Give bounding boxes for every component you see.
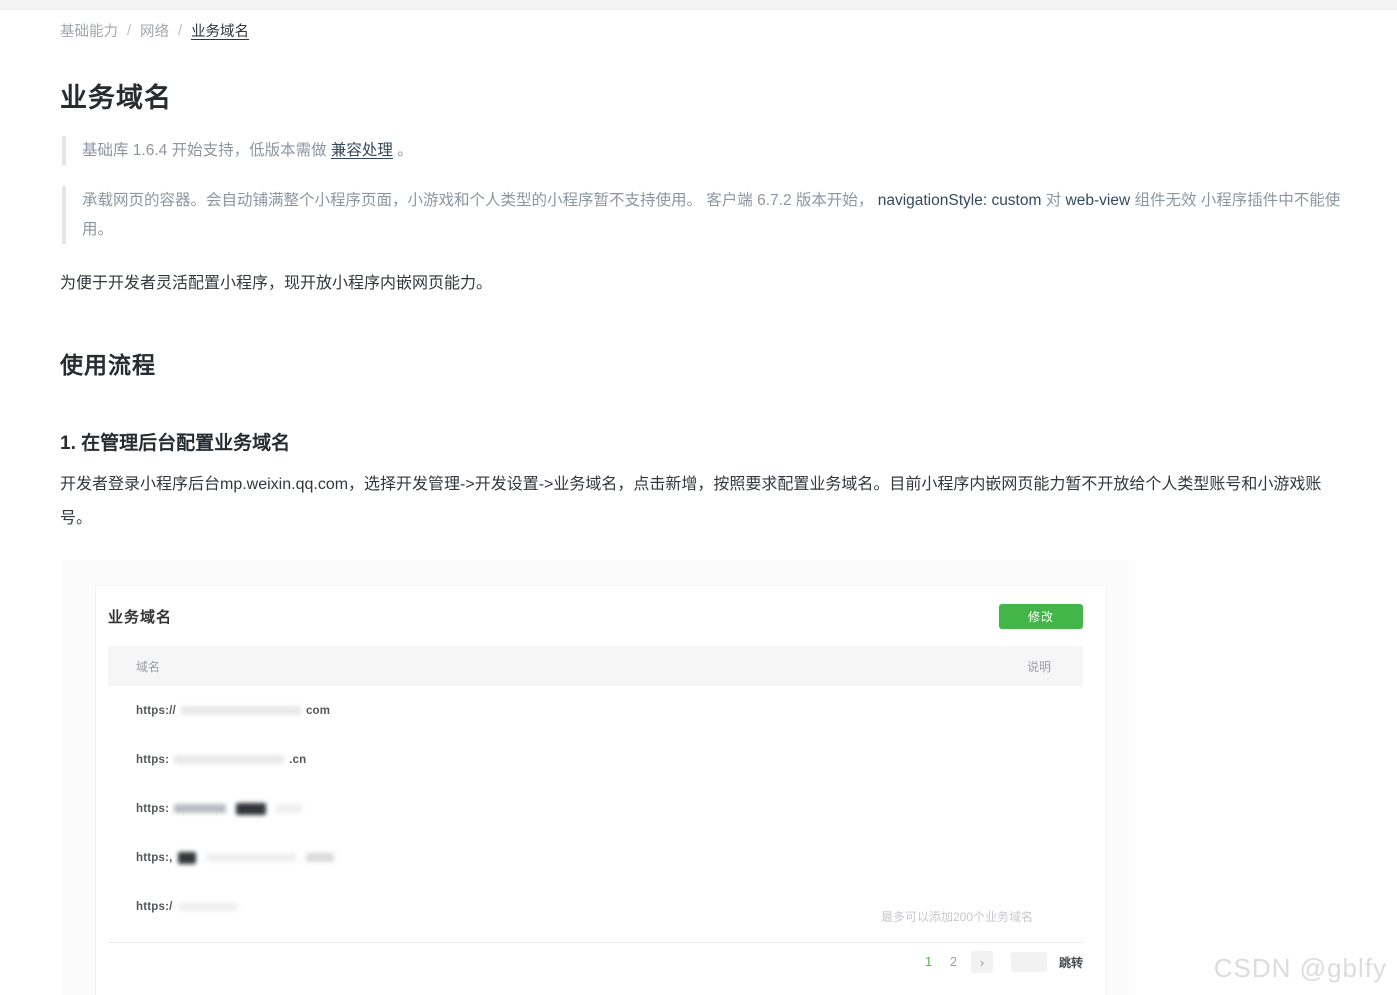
column-header-domain: 域名: [108, 658, 160, 675]
quote1-text-after: 。: [393, 142, 413, 159]
column-header-description: 说明: [1027, 658, 1051, 675]
url-suffix: .cn: [289, 754, 306, 766]
domain-table-body: https:// com https: .cn https:: [108, 686, 1083, 931]
step1-title: 1. 在管理后台配置业务域名: [60, 428, 290, 455]
compatibility-note-quote: 基础库 1.6.4 开始支持，低版本需做 兼容处理 。: [62, 136, 1342, 165]
web-view-code: web-view: [1066, 192, 1131, 209]
breadcrumb-item-network[interactable]: 网络: [140, 20, 169, 41]
redacted-text: [236, 803, 266, 815]
intro-paragraph: 为便于开发者灵活配置小程序，现开放小程序内嵌网页能力。: [60, 269, 1360, 293]
domain-url: https:/: [136, 901, 243, 913]
url-prefix: https:/: [136, 901, 173, 913]
redacted-text: [178, 852, 196, 864]
redacted-text: [306, 853, 334, 862]
redacted-text: [181, 706, 301, 715]
table-row: https:// com: [108, 686, 1083, 735]
panel-title: 业务域名: [108, 606, 172, 627]
breadcrumb-separator: /: [178, 23, 182, 39]
navigation-style-code: navigationStyle: custom: [878, 192, 1042, 209]
pagination: 1 2 › 跳转: [108, 943, 1083, 981]
next-page-icon: ›: [971, 951, 993, 973]
quote2-text-1: 承载网页的容器。会自动铺满整个小程序页面，小游戏和个人类型的小程序暂不支持使用。…: [82, 192, 878, 209]
admin-console-screenshot-image: 业务域名 修改 域名 说明 https:// com https:: [62, 560, 1135, 995]
table-row: https: .cn: [108, 735, 1083, 784]
breadcrumb-separator: /: [127, 23, 131, 39]
quote2-text-2: 对: [1041, 192, 1065, 209]
quote1-text: 基础库 1.6.4 开始支持，低版本需做: [82, 142, 331, 159]
section-title-usage-flow: 使用流程: [60, 346, 156, 380]
page-title: 业务域名: [60, 76, 172, 115]
modify-button: 修改: [999, 604, 1083, 629]
max-domains-note: 最多可以添加200个业务域名: [881, 908, 1033, 925]
step1-body: 开发者登录小程序后台mp.weixin.qq.com，选择开发管理->开发设置-…: [60, 468, 1352, 535]
page-2-button: 2: [946, 955, 961, 969]
breadcrumb-item-current: 业务域名: [191, 20, 249, 41]
url-prefix: https:,: [136, 852, 173, 864]
table-row: https:: [108, 784, 1083, 833]
doc-page: 基础能力 / 网络 / 业务域名 业务域名 基础库 1.6.4 开始支持，低版本…: [0, 0, 1397, 995]
top-strip: [0, 0, 1397, 10]
csdn-watermark: CSDN @gblfy: [1214, 953, 1387, 984]
domain-url: https:: [136, 803, 307, 815]
panel-header: 业务域名 修改: [96, 586, 1106, 646]
redacted-text: [174, 755, 284, 764]
page-1-button: 1: [921, 955, 936, 969]
table-row: https:,: [108, 833, 1083, 882]
redacted-text: [206, 853, 296, 862]
url-prefix: https:: [136, 754, 169, 766]
business-domain-panel: 业务域名 修改 域名 说明 https:// com https:: [95, 585, 1107, 995]
breadcrumb-item-base-ability[interactable]: 基础能力: [60, 20, 118, 41]
url-prefix: https:: [136, 803, 169, 815]
redacted-text: [178, 902, 238, 911]
page-jump-input: [1011, 952, 1047, 972]
redacted-text: [174, 804, 226, 813]
jump-button: 跳转: [1059, 954, 1083, 971]
compatibility-link[interactable]: 兼容处理: [331, 142, 393, 159]
domain-url: https: .cn: [136, 754, 306, 766]
webview-description-quote: 承载网页的容器。会自动铺满整个小程序页面，小游戏和个人类型的小程序暂不支持使用。…: [62, 186, 1347, 244]
url-prefix: https://: [136, 705, 176, 717]
table-header-row: 域名 说明: [108, 646, 1083, 686]
url-suffix: com: [306, 705, 330, 717]
domain-url: https:,: [136, 852, 339, 864]
redacted-text: [276, 804, 302, 813]
domain-url: https:// com: [136, 705, 330, 717]
breadcrumb: 基础能力 / 网络 / 业务域名: [60, 20, 249, 41]
